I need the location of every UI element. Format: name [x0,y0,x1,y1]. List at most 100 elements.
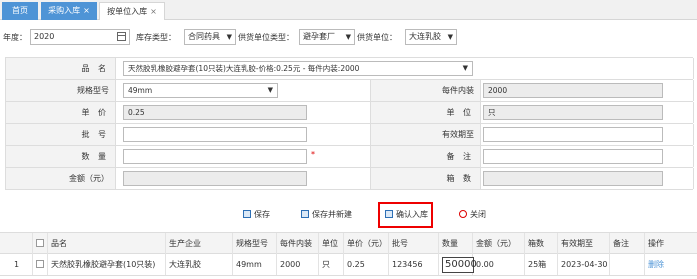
action-bar: 保存 保存并新建 确认入库 关闭 [0,202,697,228]
product-select[interactable]: 天然胶乳橡胶避孕套(10只装)大连乳胶-价格:0.25元 - 每件内装:2000… [123,61,473,76]
pack-value: 2000 [488,86,508,95]
qty-input[interactable] [123,149,307,164]
close-tab-icon[interactable]: × [150,7,157,16]
form-row-amount: 金额（元） 箱 数 [6,168,694,190]
spec-label: 规格型号 [6,80,116,101]
pack-label: 每件内装 [371,80,481,101]
save-icon [243,210,251,218]
table-header: 品名 生产企业 规格型号 每件内装 单位 单价（元） 批号 数量 金额（元） 箱… [0,232,697,254]
year-label: 年度： [3,33,27,42]
cases-label: 箱 数 [371,168,481,189]
price-field: 0.25 [123,105,307,120]
cell-action: 删除 [645,254,697,275]
pack-field: 2000 [483,83,663,98]
product-label: 品 名 [6,58,116,79]
expiry-cell [481,124,694,145]
save-icon [301,210,309,218]
close-tab-icon[interactable]: × [83,6,90,15]
expiry-input[interactable] [483,127,663,142]
qty-label: 数 量 [6,146,116,167]
supplier-value: 大连乳胶 [409,32,441,41]
year-value: 2020 [34,32,55,41]
cases-field [483,171,663,186]
cases-cell [481,168,694,189]
amount-cell [116,168,371,189]
save-and-new-button[interactable]: 保存并新建 [301,207,352,223]
close-button-label: 关闭 [470,210,486,219]
filter-bar: 年度： 2020 库存类型： 合同药具 ▼ 供货单位类型： 避孕套厂 ▼ 供货单… [0,27,697,47]
stock-type-select[interactable]: 合同药具 ▼ [184,29,236,45]
delete-link[interactable]: 删除 [648,260,664,269]
tab-unit-inbound[interactable]: 按单位入库 × [99,2,165,20]
remark-cell [481,146,694,167]
chevron-down-icon: ▼ [226,33,232,41]
form-row-batch: 批 号 有效期至 [6,124,694,146]
select-all-checkbox[interactable] [36,239,44,247]
form-row-qty: 数 量 * 备 注 [6,146,694,168]
remark-input[interactable] [483,149,663,164]
batch-label: 批 号 [6,124,116,145]
header-cell: 批号 [389,233,439,254]
cell-maker: 大连乳胶 [166,254,233,275]
amount-label: 金额（元） [6,168,116,189]
header-cell: 单价（元） [344,233,389,254]
supplier-label: 供货单位： [357,33,397,42]
header-cell: 品名 [48,233,166,254]
header-select-all[interactable] [33,233,48,254]
price-cell: 0.25 [116,102,371,123]
header-index [0,233,33,254]
header-cell: 每件内装 [277,233,319,254]
form-row-price: 单 价 0.25 单 位 只 [6,102,694,124]
cell-spec: 49mm [233,254,277,275]
cell-price: 0.25 [344,254,389,275]
tab-purchase-inbound[interactable]: 采购入库 × [41,2,97,20]
header-cell: 生产企业 [166,233,233,254]
supplier-type-label: 供货单位类型： [238,33,294,42]
cell-product: 天然胶乳橡胶避孕套(10只装) [48,254,166,275]
required-mark: * [311,150,315,159]
save-button[interactable]: 保存 [243,207,270,223]
row-select[interactable] [33,254,48,275]
supplier-type-select[interactable]: 避孕套厂 ▼ [299,29,355,45]
cell-remark [610,254,645,275]
year-input[interactable]: 2020 [30,29,130,45]
qty-cell-input[interactable]: 50000 [442,257,477,273]
inbound-form: 品 名 天然胶乳橡胶避孕套(10只装)大连乳胶-价格:0.25元 - 每件内装:… [5,57,694,190]
save-and-new-button-label: 保存并新建 [312,210,352,219]
chevron-down-icon: ▼ [345,33,351,41]
tab-unit-inbound-label: 按单位入库 [107,7,148,16]
spec-cell: 49mm ▼ [116,80,371,101]
row-index: 1 [0,254,33,275]
batch-input[interactable] [123,127,307,142]
cell-batch: 123456 [389,254,439,275]
cell-amount: 0.00 [473,254,525,275]
qty-cell: * [116,146,371,167]
highlight-box [378,202,433,228]
chevron-down-icon: ▼ [267,86,273,94]
tab-home[interactable]: 首页 [2,2,38,20]
chevron-down-icon: ▼ [447,33,453,41]
row-checkbox[interactable] [36,260,44,268]
tab-bar: 首页 采购入库 × 按单位入库 × [0,0,697,20]
close-button[interactable]: 关闭 [459,207,486,223]
header-cell: 数量 [439,233,473,254]
header-cell: 箱数 [525,233,558,254]
product-value: 天然胶乳橡胶避孕套(10只装)大连乳胶-价格:0.25元 - 每件内装:2000 [128,64,360,73]
header-cell: 有效期至 [558,233,610,254]
header-cell: 金额（元） [473,233,525,254]
cell-expiry: 2023-04-30 [558,254,610,275]
batch-cell [116,124,371,145]
unit-field: 只 [483,105,663,120]
cell-pack: 2000 [277,254,319,275]
spec-select[interactable]: 49mm ▼ [123,83,278,98]
calendar-icon[interactable] [117,32,126,41]
tab-purchase-inbound-label: 采购入库 [48,6,81,15]
stock-type-label: 库存类型： [136,33,176,42]
header-cell: 单位 [319,233,344,254]
price-label: 单 价 [6,102,116,123]
header-cell: 操作 [648,239,664,248]
supplier-select[interactable]: 大连乳胶 ▼ [405,29,457,45]
close-icon [459,210,467,218]
remark-label: 备 注 [371,146,481,167]
amount-field [123,171,307,186]
